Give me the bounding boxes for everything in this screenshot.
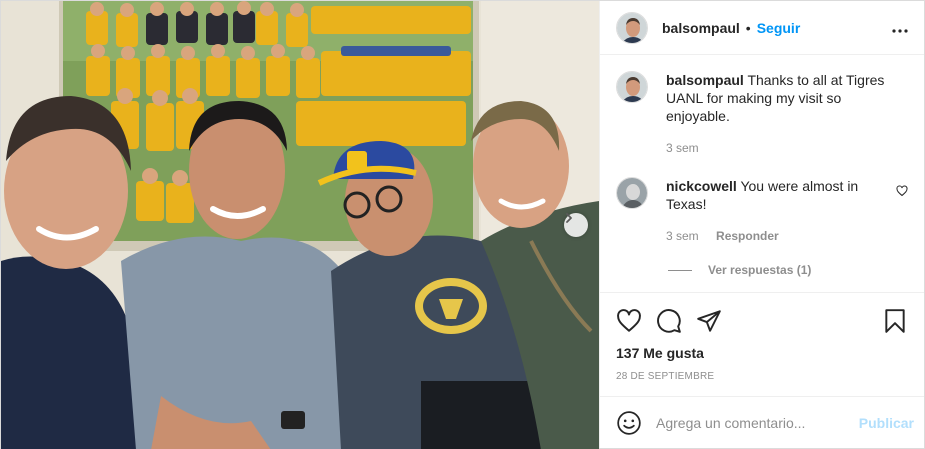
caption-meta: 3 sem <box>666 139 908 157</box>
comment-input[interactable] <box>656 414 859 431</box>
avatar-image <box>617 12 647 43</box>
instagram-post: balsompaul • Seguir balsompaul Thanks to… <box>0 0 925 449</box>
comment-item: nickcowell You were almost in Texas! 3 s… <box>616 177 908 245</box>
view-replies-label: Ver respuestas (1) <box>708 263 812 277</box>
caption-avatar[interactable] <box>616 71 648 103</box>
next-photo-button[interactable] <box>564 213 588 237</box>
separator-dot: • <box>745 19 751 36</box>
header-username[interactable]: balsompaul <box>662 20 740 36</box>
comment-icon[interactable] <box>656 308 682 334</box>
action-icons-row <box>616 301 908 341</box>
paper-plane-icon[interactable] <box>696 308 722 334</box>
bookmark-icon[interactable] <box>882 308 908 334</box>
more-horizontal-icon <box>892 29 908 33</box>
caption: balsompaul Thanks to all at Tigres UANL … <box>616 71 908 157</box>
chevron-right-icon <box>566 213 572 223</box>
comment-body: nickcowell You were almost in Texas! 3 s… <box>666 177 896 245</box>
avatar-image <box>617 178 647 208</box>
view-replies-button[interactable]: Ver respuestas (1) <box>668 263 908 277</box>
comments-section: balsompaul Thanks to all at Tigres UANL … <box>600 55 924 292</box>
add-comment-bar: Publicar <box>600 396 924 448</box>
heart-icon[interactable] <box>616 308 642 334</box>
post-date[interactable]: 28 DE SEPTIEMBRE <box>616 371 908 382</box>
avatar[interactable] <box>616 11 648 44</box>
comment-avatar[interactable] <box>616 177 648 209</box>
more-options-button[interactable] <box>892 17 908 38</box>
emoji-icon[interactable] <box>616 410 642 436</box>
comment-like-heart-icon[interactable] <box>896 185 908 197</box>
replies-divider-line <box>668 269 692 271</box>
post-actions: 137 Me gusta 28 DE SEPTIEMBRE <box>600 292 924 396</box>
publish-button[interactable]: Publicar <box>859 415 914 431</box>
caption-username[interactable]: balsompaul <box>666 72 744 88</box>
post-header: balsompaul • Seguir <box>600 1 924 55</box>
caption-body: balsompaul Thanks to all at Tigres UANL … <box>666 71 908 157</box>
post-photo[interactable] <box>1 1 599 449</box>
reply-button[interactable]: Responder <box>716 229 779 243</box>
likes-count[interactable]: 137 Me gusta <box>616 345 908 361</box>
follow-button[interactable]: Seguir <box>757 20 801 36</box>
avatar-image <box>617 72 647 102</box>
comment-meta: 3 sem Responder <box>666 227 896 245</box>
photo-illustration <box>1 1 599 449</box>
post-side-panel: balsompaul • Seguir balsompaul Thanks to… <box>599 1 924 448</box>
caption-time[interactable]: 3 sem <box>666 141 699 155</box>
comment-time[interactable]: 3 sem <box>666 229 699 243</box>
comment-username[interactable]: nickcowell <box>666 178 737 194</box>
